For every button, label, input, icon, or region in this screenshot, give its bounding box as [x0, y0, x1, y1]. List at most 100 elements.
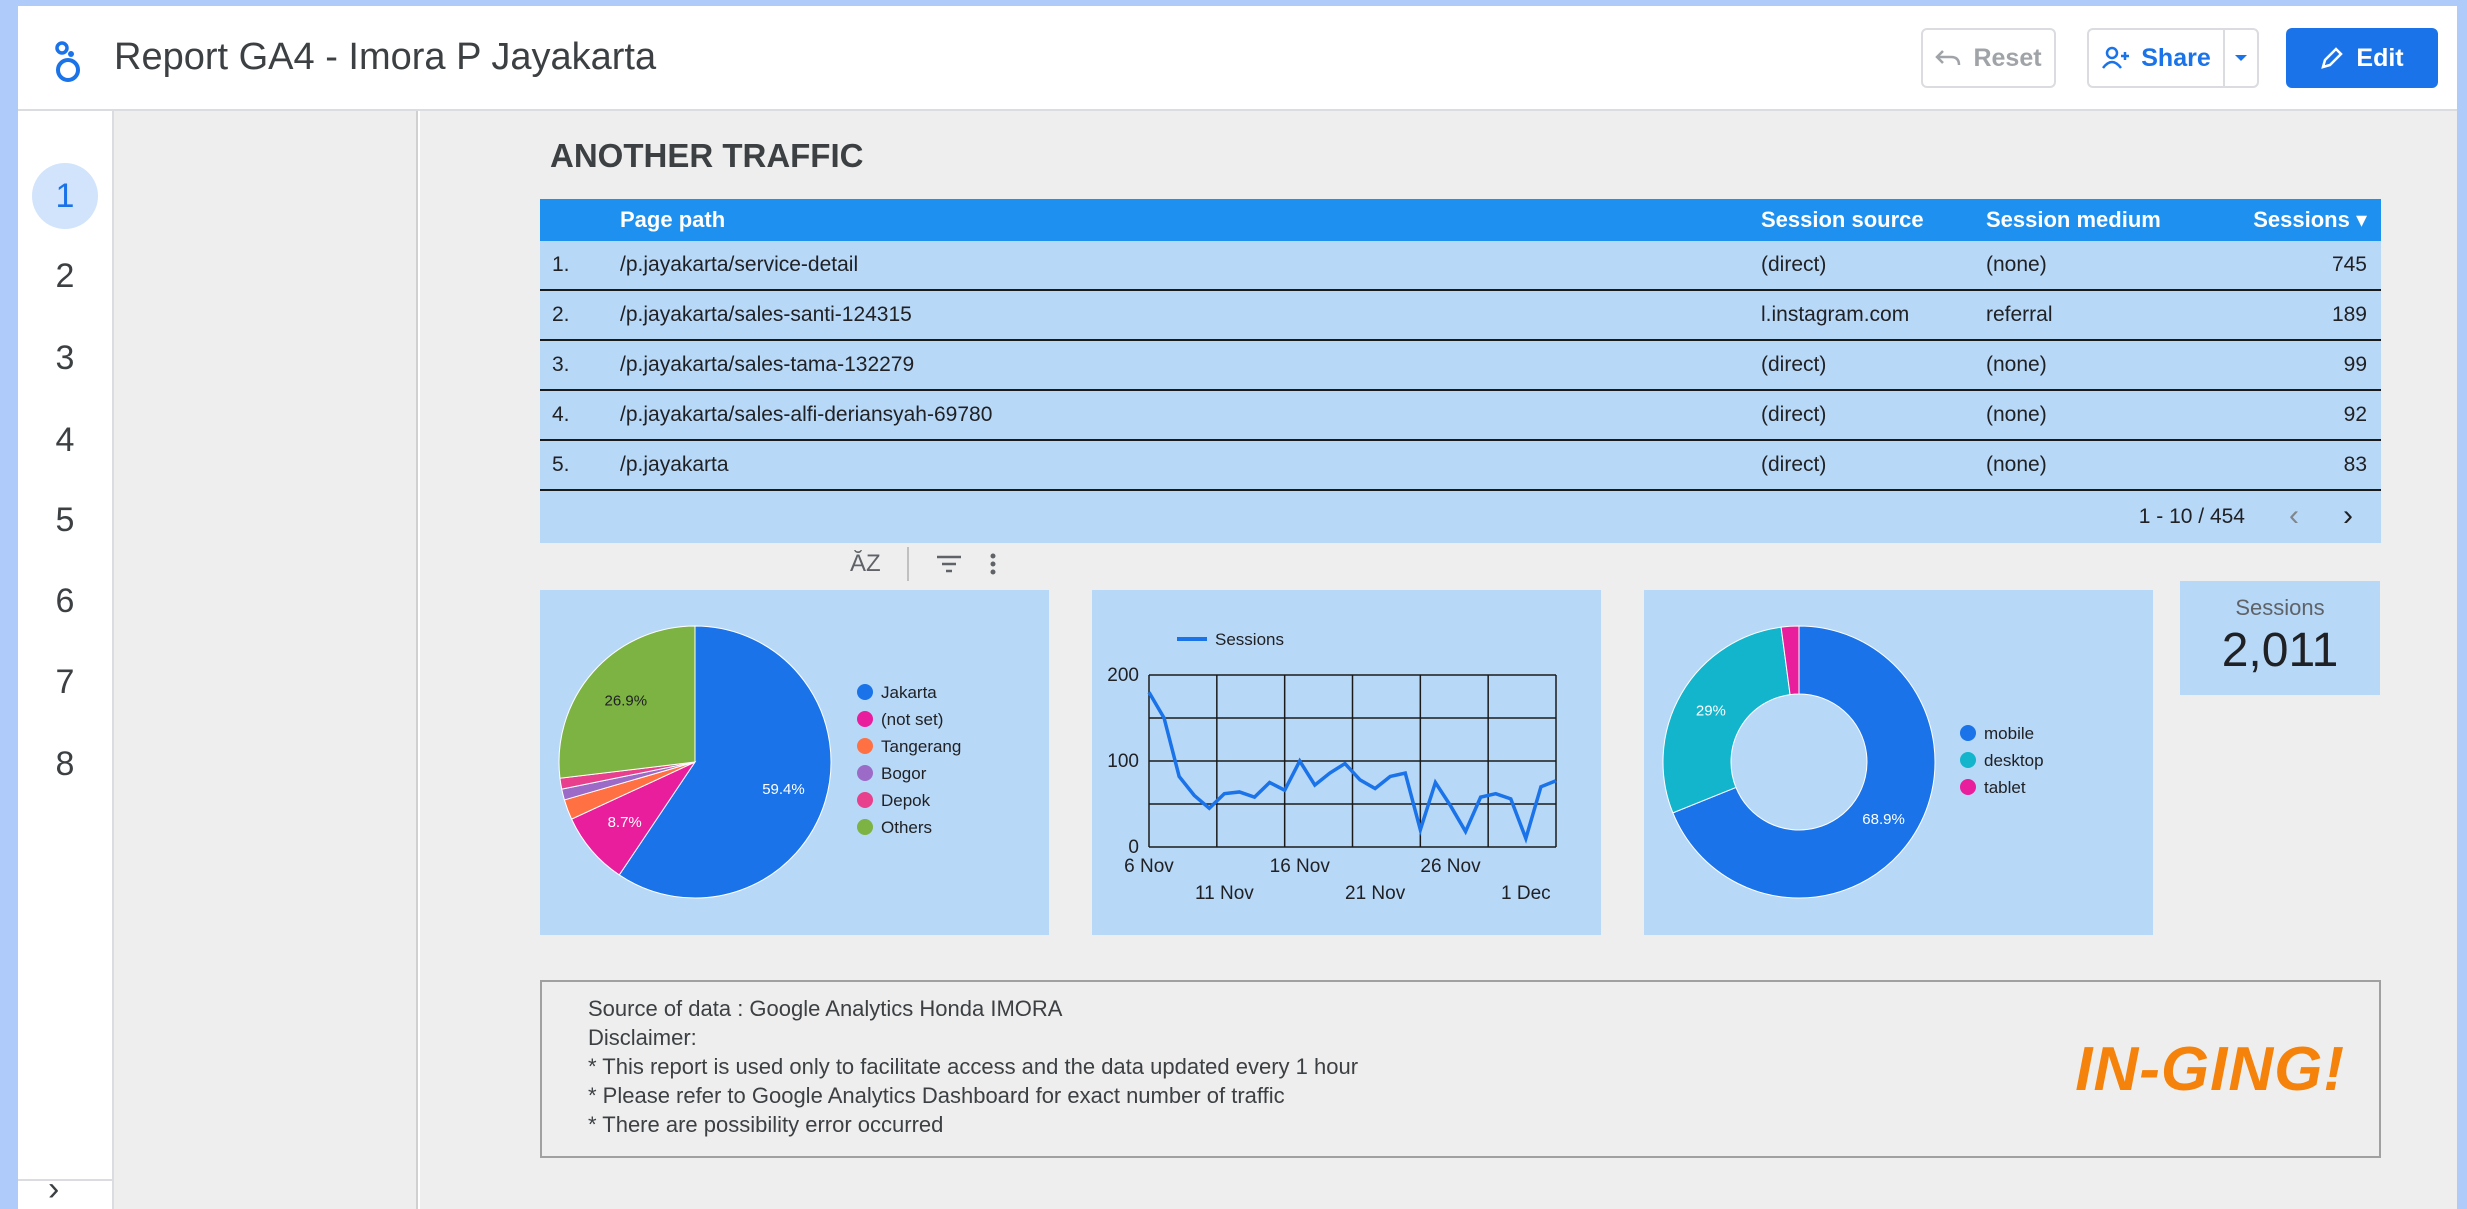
brand-logo: IN-GING! [2075, 1035, 2345, 1104]
x-tick-label: 16 Nov [1270, 856, 1331, 877]
page-number: 6 [55, 581, 75, 620]
x-tick-label: 11 Nov [1195, 883, 1254, 904]
row-number: 1. [552, 253, 570, 276]
data-label: 29% [1696, 703, 1726, 720]
pencil-icon [2321, 47, 2344, 69]
page-item-4[interactable]: 4 [32, 407, 98, 473]
column-header-sessions[interactable]: Sessions ▾ [2253, 199, 2367, 241]
session-medium-cell: (none) [1986, 403, 2047, 426]
table-row[interactable]: 3. /p.jayakarta/sales-tama-132279 (direc… [540, 341, 2381, 391]
data-label: 68.9% [1862, 811, 1905, 828]
sessions-cell: 99 [2343, 353, 2367, 376]
caret-down-icon [2235, 55, 2247, 61]
page-number: 1 [55, 176, 75, 215]
footer-line: * This report is used only to facilitate… [588, 1054, 1359, 1079]
device-donut-chart: 68.9% 29% mobile desktop tablet [1662, 625, 2044, 899]
top-bar: Report GA4 - Imora P Jayakarta Reset Sha… [18, 6, 2457, 111]
legend-label: Tangerang [881, 737, 961, 756]
page-number: 8 [55, 744, 75, 783]
section-title: ANOTHER TRAFFIC [550, 137, 864, 174]
table-pagination: 1 - 10 / 454 ‹ › [540, 491, 2381, 543]
share-button[interactable]: Share [2087, 28, 2223, 88]
sort-az-icon[interactable]: ĂZ [850, 550, 881, 578]
more-vert-icon[interactable] [989, 552, 997, 576]
legend-label: (not set) [881, 710, 943, 729]
next-page-chevron-icon[interactable]: › [2343, 499, 2353, 533]
session-medium-cell: (none) [1986, 253, 2047, 276]
page-item-5[interactable]: 5 [32, 487, 98, 553]
page-item-2[interactable]: 2 [32, 243, 98, 309]
city-pie-chart: 59.4% 8.7% 26.9% Jakarta (not set) Tangerang B… [558, 625, 961, 899]
x-tick-label: 1 Dec [1501, 883, 1551, 904]
y-tick-label: 0 [1128, 837, 1139, 858]
table-row[interactable]: 2. /p.jayakarta/sales-santi-124315 l.ins… [540, 291, 2381, 341]
scorecard-label: Sessions [2235, 595, 2325, 620]
page-item-8[interactable]: 8 [32, 731, 98, 797]
toolbar-divider [906, 547, 909, 581]
traffic-table: Page path Session source Session medium … [540, 199, 2381, 543]
page-path-cell: /p.jayakarta [620, 453, 729, 476]
footer-line: * There are possibility error occurred [588, 1112, 944, 1137]
session-medium-cell: (none) [1986, 353, 2047, 376]
x-tick-label: 26 Nov [1420, 856, 1481, 877]
pie-slice [1662, 626, 1791, 814]
previous-page-chevron-icon[interactable]: ‹ [2289, 499, 2299, 533]
legend-dot [1960, 752, 1976, 768]
page-path-cell: /p.jayakarta/sales-santi-124315 [620, 303, 912, 326]
session-source-cell: (direct) [1761, 353, 1827, 376]
page-number: 7 [55, 662, 75, 701]
session-source-cell: (direct) [1761, 403, 1827, 426]
column-header-session-medium[interactable]: Session medium [1986, 199, 2161, 241]
row-number: 5. [552, 453, 570, 476]
y-tick-label: 100 [1107, 751, 1139, 772]
sessions-scorecard[interactable]: Sessions 2,011 [2180, 581, 2380, 695]
legend-dot [857, 684, 873, 700]
page-item-3[interactable]: 3 [32, 325, 98, 391]
column-header-page-path[interactable]: Page path [620, 199, 725, 241]
chart-toolbar: ĂZ [850, 547, 997, 581]
legend-label: Bogor [881, 764, 927, 783]
sessions-line-chart-card[interactable]: 0 100 200 6 Nov 16 Nov 26 Nov 11 Nov 21 Nov 1 De… [1092, 590, 1601, 935]
legend-label: Jakarta [881, 683, 937, 702]
page-item-7[interactable]: 7 [32, 649, 98, 715]
share-dropdown-button[interactable] [2223, 28, 2259, 88]
page-item-1[interactable]: 1 [32, 163, 98, 229]
legend-label: Depok [881, 791, 931, 810]
disclaimer-text: Source of data : Google Analytics Honda … [588, 994, 1358, 1139]
session-source-cell: (direct) [1761, 253, 1827, 276]
legend-dot [857, 819, 873, 835]
undo-icon [1935, 50, 1961, 66]
table-row[interactable]: 1. /p.jayakarta/service-detail (direct) … [540, 241, 2381, 291]
page-number: 3 [55, 338, 75, 377]
page-number: 4 [55, 420, 75, 459]
filter-icon[interactable] [935, 554, 963, 574]
session-source-cell: (direct) [1761, 453, 1827, 476]
expand-sidebar-chevron-icon[interactable]: › [48, 1170, 59, 1209]
session-medium-cell: referral [1986, 303, 2053, 326]
page-navigation-sidebar: 1 2 3 4 5 6 7 8 › [18, 111, 114, 1209]
reset-button[interactable]: Reset [1921, 28, 2056, 88]
city-pie-chart-card[interactable]: 59.4% 8.7% 26.9% Jakarta (not set) Tangerang B… [540, 590, 1049, 935]
page-number: 2 [55, 256, 75, 295]
data-label: 26.9% [605, 693, 648, 710]
table-row[interactable]: 4. /p.jayakarta/sales-alfi-deriansyah-69… [540, 391, 2381, 441]
looker-studio-logo-icon [55, 41, 80, 82]
y-tick-label: 200 [1107, 665, 1139, 686]
column-header-session-source[interactable]: Session source [1761, 199, 1924, 241]
legend-dot [857, 738, 873, 754]
device-donut-chart-card[interactable]: 68.9% 29% mobile desktop tablet [1644, 590, 2153, 935]
report-canvas: ANOTHER TRAFFIC Page path Session source… [420, 111, 2457, 1209]
table-row[interactable]: 5. /p.jayakarta (direct) (none) 83 [540, 441, 2381, 491]
edit-label: Edit [2356, 43, 2404, 72]
edit-button[interactable]: Edit [2286, 28, 2438, 88]
sessions-cell: 189 [2331, 303, 2367, 326]
app-window: Report GA4 - Imora P Jayakarta Reset Sha… [18, 6, 2457, 1209]
legend-label: desktop [1984, 751, 2044, 770]
footer-line: Disclaimer: [588, 1025, 697, 1050]
page-item-6[interactable]: 6 [32, 568, 98, 634]
sessions-cell: 92 [2343, 403, 2367, 426]
sessions-cell: 745 [2331, 253, 2367, 276]
row-number: 3. [552, 353, 570, 376]
x-tick-label: 6 Nov [1124, 856, 1174, 877]
legend-dot [1960, 779, 1976, 795]
